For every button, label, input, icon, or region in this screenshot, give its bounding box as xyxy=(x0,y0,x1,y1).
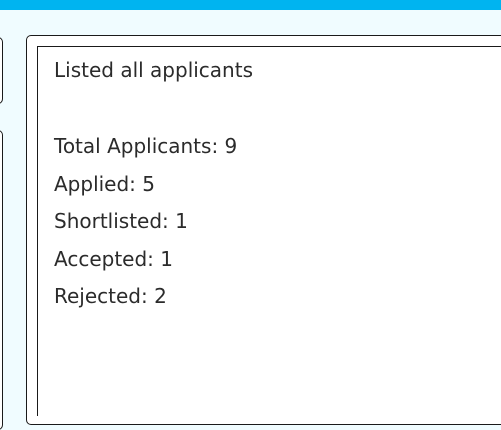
stat-applied: Applied: 5 xyxy=(54,171,156,196)
stat-accepted: Accepted: 1 xyxy=(54,246,173,271)
title-bar xyxy=(0,0,501,10)
stat-total-applicants: Total Applicants: 9 xyxy=(54,134,238,158)
command-box-panel xyxy=(0,37,3,104)
applicant-list-panel[interactable] xyxy=(0,130,3,430)
stat-rejected: Rejected: 2 xyxy=(54,284,167,308)
stat-shortlisted: Shortlisted: 1 xyxy=(54,209,188,233)
applicant-statistics: Total Applicants: 9 Applied: 5 Shortlist… xyxy=(54,132,237,320)
result-status-message: Listed all applicants xyxy=(54,58,253,82)
